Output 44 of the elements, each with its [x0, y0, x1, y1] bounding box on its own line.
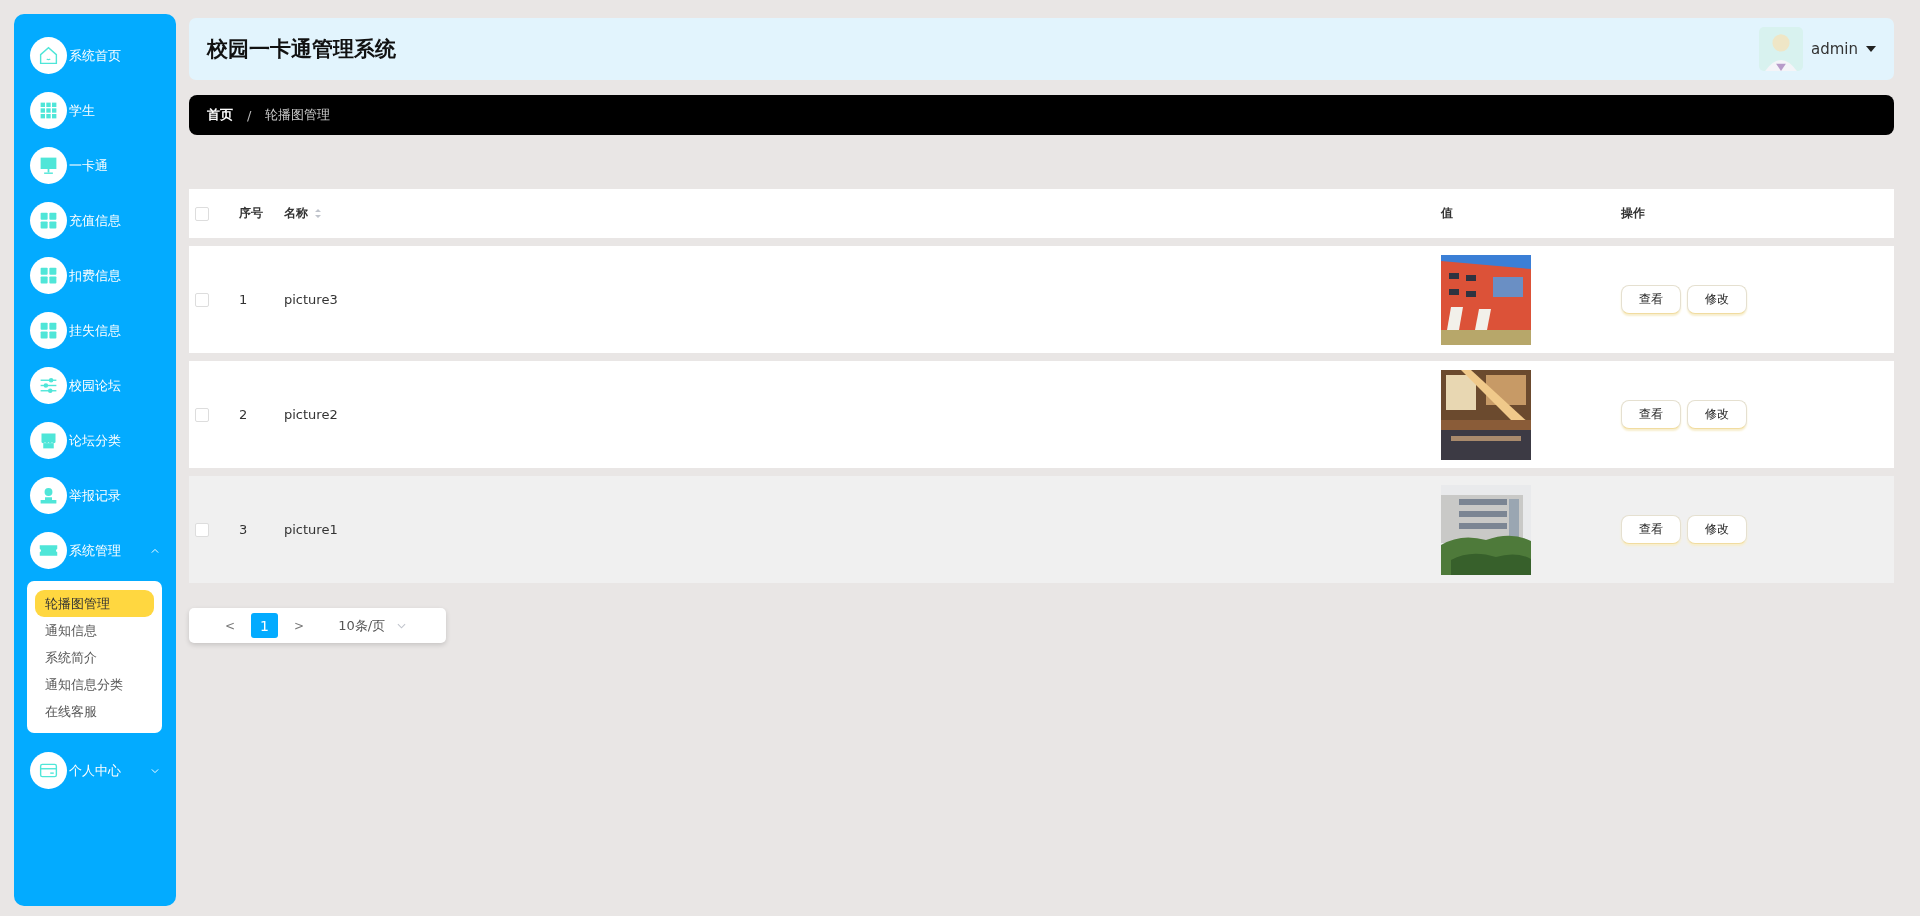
checkbox[interactable] [195, 522, 209, 537]
previous-page-button[interactable]: < [219, 618, 242, 633]
checkbox[interactable] [195, 206, 209, 221]
column-header: 名称 [284, 205, 308, 222]
grid-icon [38, 100, 59, 121]
table-cell: 1 [239, 292, 248, 307]
avatar [1759, 27, 1803, 71]
column-header: 操作 [1621, 205, 1645, 222]
grid-icon [38, 210, 59, 231]
action-button[interactable]: 查看 [1621, 400, 1681, 429]
submenu-item[interactable]: 系统简介 [35, 644, 154, 671]
chevron-icon [397, 622, 407, 629]
table-cell: 3 [239, 522, 248, 537]
submenu-item[interactable]: 通知信息分类 [35, 671, 154, 698]
page-size-select[interactable]: 10条/页 [338, 616, 407, 635]
table-cell: picture3 [284, 292, 338, 307]
user-menu[interactable]: admin [1759, 27, 1876, 71]
sort-icon [314, 208, 322, 219]
house-icon [38, 45, 59, 66]
app-title: 校园一卡通管理系统 [207, 36, 396, 63]
action-button[interactable]: 修改 [1687, 285, 1747, 314]
submenu-item[interactable]: 在线客服 [35, 698, 154, 725]
separator: / [247, 107, 252, 123]
column-header: 值 [1441, 205, 1453, 222]
breadcrumb-link[interactable]: 首页 [207, 106, 233, 124]
checkbox[interactable] [195, 407, 209, 422]
grid-icon [38, 320, 59, 341]
sliders-icon [38, 375, 59, 396]
caret-icon [1866, 46, 1876, 52]
monitor-icon [38, 155, 59, 176]
person-icon [38, 485, 59, 506]
checkbox[interactable] [195, 292, 209, 307]
table-cell: picture1 [284, 522, 338, 537]
next-page-button[interactable]: > [288, 618, 311, 633]
column-header: 序号 [239, 205, 263, 222]
action-button[interactable]: 修改 [1687, 400, 1747, 429]
table-cell: picture2 [284, 407, 338, 422]
grid-icon [38, 265, 59, 286]
action-button[interactable]: 查看 [1621, 515, 1681, 544]
action-button[interactable]: 查看 [1621, 285, 1681, 314]
submenu-item[interactable]: 通知信息 [35, 617, 154, 644]
submenu-item[interactable]: 轮播图管理 [35, 590, 154, 617]
table-cell: 2 [239, 407, 248, 422]
action-button[interactable]: 修改 [1687, 515, 1747, 544]
